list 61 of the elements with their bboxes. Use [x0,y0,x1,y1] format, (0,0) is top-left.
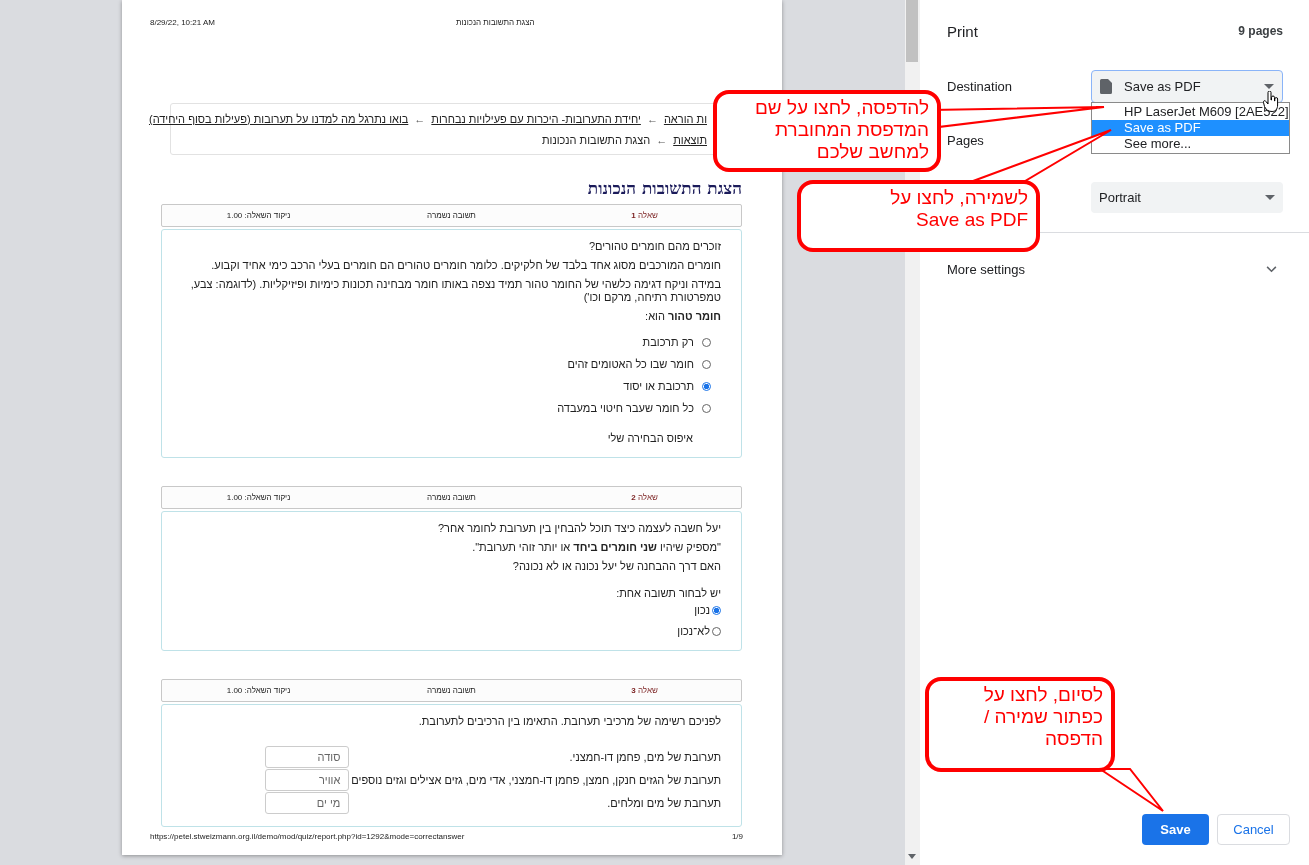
caret-icon [1264,84,1274,89]
match-text: תערובת של מים ומלחים. [606,797,721,809]
callout-text: להדפסה, לחצו על שם המדפסת המחוברת למחשב שלכם [753,97,929,163]
option-label: תרכובת או יסוד [623,380,694,392]
caret-icon [1265,195,1275,200]
radio-button[interactable] [712,605,721,615]
question-text: חומרים המורכבים מסוג אחד בלבד של חלקיקים. כלומר חומרים טהורים הם חומרים בעלי הרכב כימי אחיד וקבוע. [210,259,721,272]
destination-label: Destination [947,79,1013,94]
question-score: ניקוד השאלה: 1.00 [225,493,292,502]
breadcrumb-current: הצגת התשובות הנכונות [541,133,651,146]
option-label: רק תרכובת [642,336,694,348]
question-score: ניקוד השאלה: 1.00 [225,686,292,695]
callout-text: לסיום, לחצו על כפתור שמירה / הדפסה [982,684,1103,750]
match-text: תערובת של הגזים חנקן, חמצן, פחמן דו-חמצני, אדי מים, גזים אצילים וגזים נוספים [351,774,721,786]
option-label: כל חומר שעבר חיטוי במעבדה [557,402,694,414]
pages-label: Pages [947,133,984,148]
question-status: תשובה נשמרה [426,493,477,502]
radio-button[interactable] [702,381,711,391]
header-title: הצגת התשובות הנכונות [455,17,535,27]
cancel-button[interactable]: Cancel [1217,814,1290,845]
breadcrumb-link[interactable]: בואו נתרגל מה למדנו על תערובות (פעילות בסוף היחידה) [148,112,409,125]
scroll-down-icon[interactable] [908,854,916,859]
menu-item[interactable]: See more... [1092,136,1289,152]
file-icon [1100,79,1112,94]
question-text: במידה וניקח דגימה כלשהי של החומר טהור תמיד נצפה באותו חומר מבחינה תכונות כימיות ופיזיקליות. (לדוגמה: צבע, טמפרטורת רתיחה, מרקם וכו') [189,278,721,304]
option-label: לא־נכון [677,625,710,637]
question-status: תשובה נשמרה [426,686,477,695]
question-text: יעל חשבה לעצמה כיצד תוכל להבחין בין תערובת לחומר אחר? [437,522,721,535]
clear-choice-link[interactable]: איפוס הבחירה שלי [172,431,693,445]
layout-select[interactable]: Portrait [1091,182,1283,213]
scrollbar-thumb[interactable] [906,0,918,62]
destination-select[interactable]: Save as PDF [1091,70,1283,103]
match-select[interactable]: אוויר [265,769,350,791]
question-text: "מספיק שיהיו שני חומרים ביחד או יותר זוהי תערובת". [471,541,721,554]
header-date: 8/29/22, 10:21 AM [150,17,215,27]
question-text: האם דרך ההבחנה של יעל נכונה או לא נכונה? [511,560,721,573]
breadcrumb-arrow: ← [646,112,658,125]
breadcrumb-link[interactable]: תוצאות [673,133,707,146]
option-label: חומר שבו כל האטומים זהים [567,358,694,370]
chevron-down-icon [1266,265,1277,273]
page-count: 9 pages [1238,24,1283,38]
match-text: תערובת של מים, פחמן דו-חמצני. [568,751,721,763]
match-select[interactable]: מי ים [265,792,350,814]
save-button[interactable]: Save [1142,814,1209,845]
option-label: נכון [694,604,710,616]
page-heading: הצגת התשובות הנכונות [586,177,742,199]
page-number: 1/9 [731,832,743,841]
question-text: לפניכם רשימה של מרכיבי תערובת. התאימו בין הרכיבים לתערובת. [417,715,721,728]
question-status: תשובה נשמרה [426,211,477,220]
breadcrumb-arrow: ← [656,133,668,146]
match-select[interactable]: סודה [265,746,350,768]
question-text: זוכרים מהם חומרים טהורים? [587,240,721,253]
breadcrumb-arrow: ← [414,112,426,125]
question-score: ניקוד השאלה: 1.00 [225,211,292,220]
more-settings-toggle[interactable]: More settings [947,259,1283,279]
breadcrumb-link[interactable]: ות הוראה [663,112,707,125]
footer-url: https://petel.stweizmann.org.il/demo/mod/quiz/report.php?id=1292&mode=correctanswer [150,832,465,841]
print-title: Print [947,22,978,40]
breadcrumb-link[interactable]: יחידת התערובות- היכרות עם פעילויות נבחרות [431,112,641,125]
question-text: חומר טהור הוא: [644,310,721,323]
answer-prompt: יש לבחור תשובה אחת: [615,587,721,600]
